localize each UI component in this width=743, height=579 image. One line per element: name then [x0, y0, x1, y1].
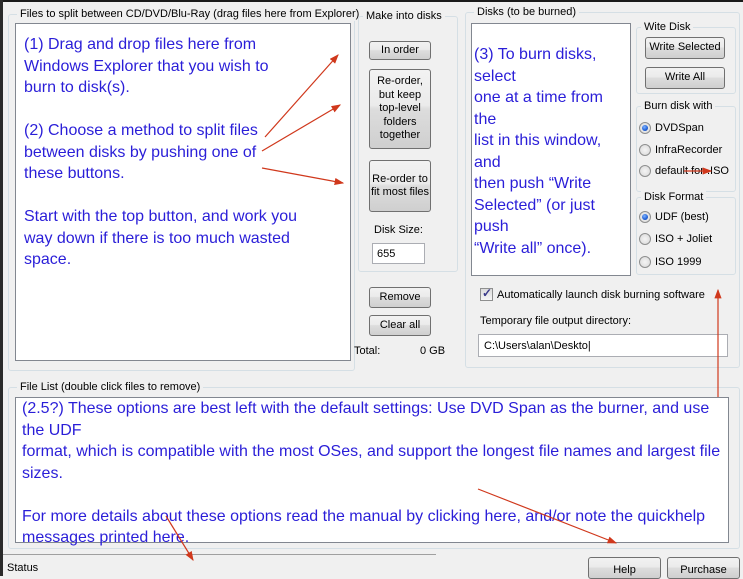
disk-size-label: Disk Size:	[374, 224, 423, 236]
burn-with-default-iso-radio[interactable]: default for .ISO	[639, 165, 729, 177]
disk-size-input[interactable]: 655	[372, 243, 425, 264]
burn-with-infrarecorder-radio[interactable]: InfraRecorder	[639, 144, 722, 156]
radio-unselected-icon	[639, 233, 651, 245]
disks-panel-legend: Disks (to be burned)	[474, 5, 580, 19]
burn-with-dvdspan-radio[interactable]: DVDSpan	[639, 122, 704, 134]
radio-label: default for .ISO	[655, 165, 729, 177]
in-order-button[interactable]: In order	[369, 41, 431, 60]
file-list-note: (2.5?) These options are best left with …	[22, 400, 721, 546]
temp-dir-label: Temporary file output directory:	[480, 315, 632, 327]
auto-launch-label: Automatically launch disk burning softwa…	[497, 288, 705, 301]
radio-unselected-icon	[639, 144, 651, 156]
make-disks-legend: Make into disks	[363, 9, 445, 23]
reorder-keep-folders-button[interactable]: Re-order, but keep top-level folders tog…	[369, 69, 431, 149]
reorder-fit-most-button[interactable]: Re-order to fit most files	[369, 160, 431, 212]
remove-button[interactable]: Remove	[369, 287, 431, 308]
format-iso-joliet-radio[interactable]: ISO + Joliet	[639, 233, 712, 245]
window-top-border	[0, 0, 743, 2]
total-value: 0 GB	[420, 345, 446, 357]
disks-list[interactable]: (3) To burn disks, select one at a time …	[471, 23, 631, 276]
file-list-legend: File List (double click files to remove)	[17, 380, 204, 394]
clear-all-button[interactable]: Clear all	[369, 315, 431, 336]
radio-label: DVDSpan	[655, 122, 704, 134]
format-iso-1999-radio[interactable]: ISO 1999	[639, 256, 701, 268]
format-udf-radio[interactable]: UDF (best)	[639, 211, 709, 223]
total-label: Total:	[354, 345, 381, 357]
auto-launch-checkbox[interactable]: ✓ Automatically launch disk burning soft…	[480, 286, 705, 301]
status-text: Status	[7, 562, 39, 574]
files-panel-legend: Files to split between CD/DVD/Blu-Ray (d…	[17, 7, 363, 21]
files-instructions-note: (1) Drag and drop files here from Window…	[24, 36, 298, 268]
write-all-button[interactable]: Write All	[645, 67, 725, 89]
status-divider	[3, 554, 436, 555]
temp-dir-input[interactable]: C:\Users\alan\Deskto|	[478, 334, 728, 357]
radio-label: UDF (best)	[655, 211, 709, 223]
checkbox-checked-icon: ✓	[480, 286, 493, 301]
radio-selected-icon	[639, 122, 651, 134]
write-selected-button[interactable]: Write Selected	[645, 37, 725, 59]
radio-unselected-icon	[639, 256, 651, 268]
radio-label: ISO + Joliet	[655, 233, 713, 245]
burn-with-legend: Burn disk with	[641, 99, 716, 113]
radio-label: ISO 1999	[655, 256, 702, 268]
file-list[interactable]: (2.5?) These options are best left with …	[15, 397, 729, 546]
disks-instructions-note: (3) To burn disks, select one at a time …	[474, 46, 603, 257]
radio-label: InfraRecorder	[655, 144, 723, 156]
radio-unselected-icon	[639, 165, 651, 177]
write-disk-legend: Wite Disk	[641, 20, 694, 34]
radio-selected-icon	[639, 211, 651, 223]
files-drop-list[interactable]: (1) Drag and drop files here from Window…	[15, 23, 351, 361]
disk-format-legend: Disk Format	[641, 190, 707, 204]
window-left-border	[0, 0, 3, 576]
